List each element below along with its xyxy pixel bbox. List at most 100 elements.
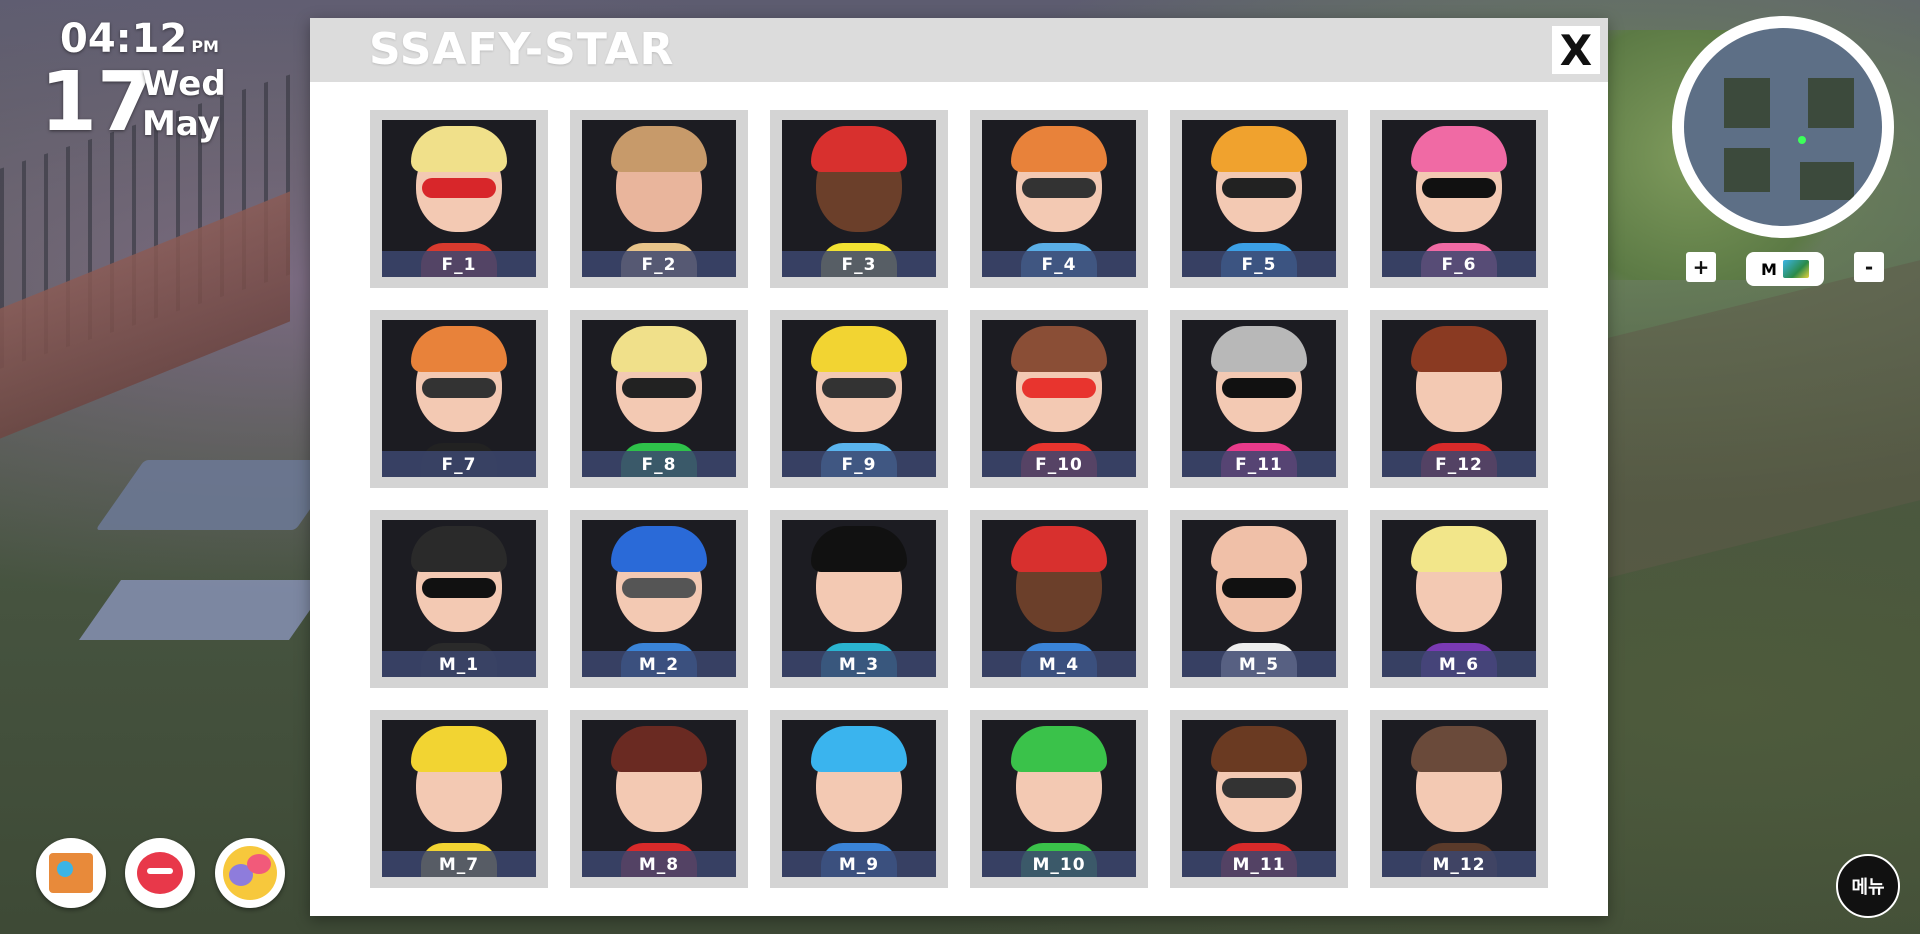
character-card[interactable]: F_2 — [570, 110, 748, 288]
avatar-hair — [611, 126, 707, 172]
book-button[interactable] — [36, 838, 106, 908]
character-portrait: F_2 — [582, 120, 736, 277]
menu-button[interactable]: 메뉴 — [1836, 854, 1900, 918]
character-portrait: F_11 — [1182, 320, 1336, 477]
character-grid: F_1 F_2 F_3 F_4 F_5 F_6 F_7 F_8 F_9 F_10 F_11 F_12 M… — [370, 110, 1548, 888]
character-label: F_3 — [782, 251, 936, 277]
character-card[interactable]: M_2 — [570, 510, 748, 688]
character-card[interactable]: M_10 — [970, 710, 1148, 888]
map-mode-label: M — [1761, 259, 1777, 279]
character-card[interactable]: F_12 — [1370, 310, 1548, 488]
avatar-glasses — [422, 578, 496, 598]
character-portrait: M_4 — [982, 520, 1136, 677]
avatar-hair — [1211, 726, 1307, 772]
character-label: M_10 — [982, 851, 1136, 877]
character-portrait: M_6 — [1382, 520, 1536, 677]
avatar-glasses — [622, 378, 696, 398]
minimap[interactable] — [1672, 16, 1894, 238]
character-card[interactable]: F_5 — [1170, 110, 1348, 288]
avatar-hair — [1011, 126, 1107, 172]
character-portrait: M_5 — [1182, 520, 1336, 677]
character-portrait: M_9 — [782, 720, 936, 877]
avatar-glasses — [1222, 178, 1296, 198]
character-card[interactable]: M_6 — [1370, 510, 1548, 688]
character-label: F_2 — [582, 251, 736, 277]
avatar-hair — [1211, 126, 1307, 172]
book-icon — [49, 853, 93, 893]
character-label: F_6 — [1382, 251, 1536, 277]
character-portrait: M_2 — [582, 520, 736, 677]
character-label: M_2 — [582, 651, 736, 677]
character-portrait: M_11 — [1182, 720, 1336, 877]
character-card[interactable]: F_3 — [770, 110, 948, 288]
character-portrait: M_7 — [382, 720, 536, 877]
character-card[interactable]: M_9 — [770, 710, 948, 888]
character-card[interactable]: F_11 — [1170, 310, 1348, 488]
clock-ampm: PM — [191, 37, 219, 56]
heart-button[interactable] — [125, 838, 195, 908]
clock-weekday: Wed — [142, 64, 226, 104]
character-card[interactable]: M_7 — [370, 710, 548, 888]
avatar-hair — [811, 526, 907, 572]
bench — [78, 580, 332, 640]
character-card[interactable]: M_5 — [1170, 510, 1348, 688]
minimap-view — [1684, 28, 1882, 226]
character-card[interactable]: F_7 — [370, 310, 548, 488]
heart-icon — [137, 852, 183, 894]
zoom-out-button[interactable]: - — [1854, 252, 1884, 282]
character-card[interactable]: M_12 — [1370, 710, 1548, 888]
avatar-glasses — [1222, 378, 1296, 398]
character-card[interactable]: F_9 — [770, 310, 948, 488]
character-portrait: F_8 — [582, 320, 736, 477]
avatar-hair — [611, 726, 707, 772]
avatar-hair — [1211, 526, 1307, 572]
character-label: M_7 — [382, 851, 536, 877]
character-portrait: F_10 — [982, 320, 1136, 477]
character-label: M_8 — [582, 851, 736, 877]
character-card[interactable]: M_11 — [1170, 710, 1348, 888]
character-portrait: F_3 — [782, 120, 936, 277]
avatar-hair — [411, 326, 507, 372]
minimap-block — [1800, 162, 1854, 200]
character-card[interactable]: F_1 — [370, 110, 548, 288]
avatar-glasses — [422, 178, 496, 198]
character-card[interactable]: M_3 — [770, 510, 948, 688]
character-card[interactable]: F_4 — [970, 110, 1148, 288]
avatar-hair — [1211, 326, 1307, 372]
character-card[interactable]: F_6 — [1370, 110, 1548, 288]
avatar-glasses — [1222, 778, 1296, 798]
dialog-title: SSAFY-STAR — [369, 24, 675, 75]
character-card[interactable]: F_10 — [970, 310, 1148, 488]
character-select-dialog: SSAFY-STAR X F_1 F_2 F_3 F_4 F_5 F_6 F_7 F_8 F_9… — [310, 18, 1608, 916]
character-portrait: F_12 — [1382, 320, 1536, 477]
character-label: M_12 — [1382, 851, 1536, 877]
avatar-hair — [411, 126, 507, 172]
avatar-hair — [1411, 726, 1507, 772]
character-card[interactable]: M_8 — [570, 710, 748, 888]
avatar-hair — [611, 526, 707, 572]
chat-button[interactable] — [215, 838, 285, 908]
avatar-hair — [1011, 526, 1107, 572]
avatar-glasses — [822, 378, 896, 398]
close-button[interactable]: X — [1552, 26, 1600, 75]
clock-month: May — [142, 104, 220, 144]
avatar-hair — [1011, 326, 1107, 372]
character-label: F_7 — [382, 451, 536, 477]
avatar-glasses — [422, 378, 496, 398]
zoom-in-button[interactable]: + — [1686, 252, 1716, 282]
map-mode-button[interactable]: M — [1746, 252, 1824, 286]
avatar-glasses — [1022, 178, 1096, 198]
character-label: F_4 — [982, 251, 1136, 277]
character-card[interactable]: M_4 — [970, 510, 1148, 688]
character-portrait: M_12 — [1382, 720, 1536, 877]
avatar-glasses — [1222, 578, 1296, 598]
minimap-block — [1808, 78, 1854, 128]
character-label: M_11 — [1182, 851, 1336, 877]
character-label: M_6 — [1382, 651, 1536, 677]
character-label: F_12 — [1382, 451, 1536, 477]
character-label: M_9 — [782, 851, 936, 877]
character-label: M_5 — [1182, 651, 1336, 677]
character-card[interactable]: F_8 — [570, 310, 748, 488]
avatar-hair — [811, 726, 907, 772]
character-card[interactable]: M_1 — [370, 510, 548, 688]
